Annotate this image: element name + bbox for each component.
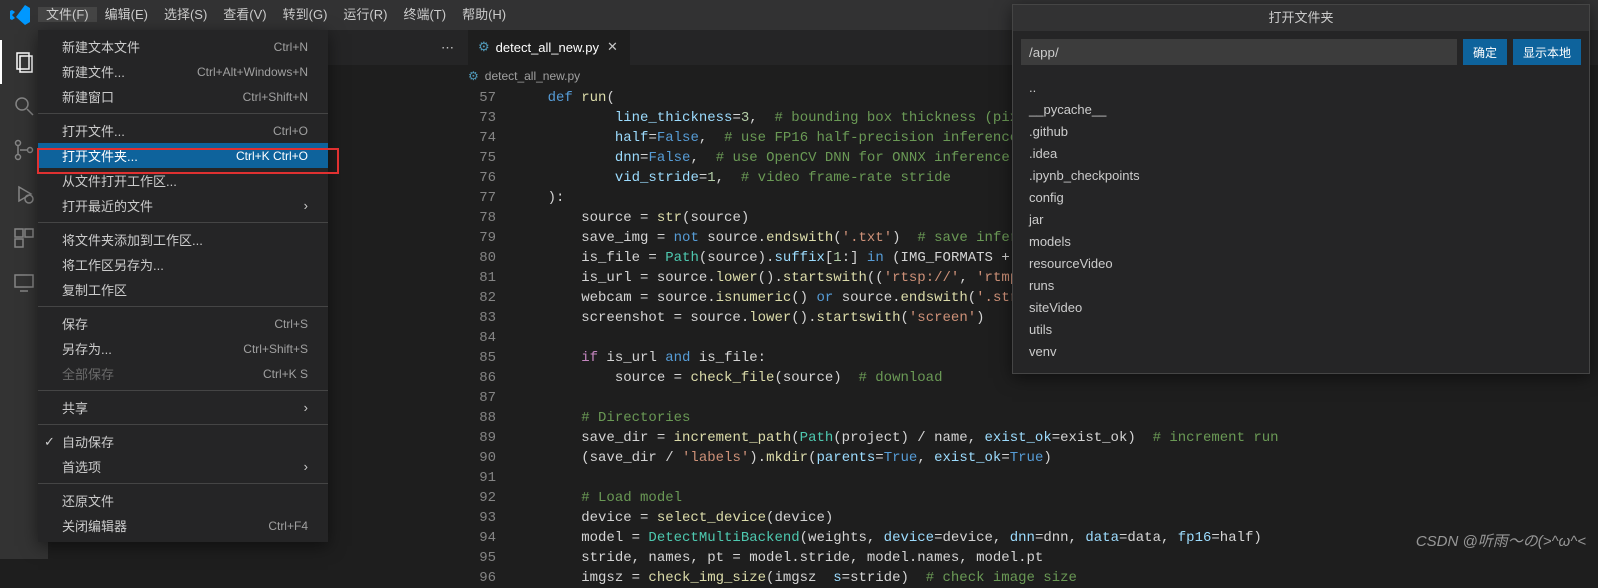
menubar-item[interactable]: 终端(T) xyxy=(395,7,454,22)
menubar-item[interactable]: 查看(V) xyxy=(215,7,274,22)
breadcrumb-filename: detect_all_new.py xyxy=(485,69,580,83)
watermark-text: CSDN @听雨～の(>^ω^< xyxy=(1416,530,1586,551)
menubar-item[interactable]: 帮助(H) xyxy=(454,7,514,22)
menu-item[interactable]: 另存为...Ctrl+Shift+S xyxy=(38,336,328,361)
menu-item[interactable]: 首选项› xyxy=(38,454,328,479)
folder-item[interactable]: jar xyxy=(1013,209,1589,231)
python-file-icon: ⚙ xyxy=(468,69,479,83)
code-line: 91 xyxy=(468,468,1598,488)
folder-item[interactable]: config xyxy=(1013,187,1589,209)
menu-item[interactable]: 保存Ctrl+S xyxy=(38,311,328,336)
code-line: 89 save_dir = increment_path(Path(projec… xyxy=(468,428,1598,448)
menu-item[interactable]: 新建窗口Ctrl+Shift+N xyxy=(38,84,328,109)
folder-item[interactable]: utils xyxy=(1013,319,1589,341)
code-line: 96 imgsz = check_img_size(imgsz s=stride… xyxy=(468,568,1598,588)
folder-item[interactable]: __pycache__ xyxy=(1013,99,1589,121)
folder-path-input[interactable] xyxy=(1021,39,1457,65)
menu-item[interactable]: 打开最近的文件› xyxy=(38,193,328,218)
code-line: 95 stride, names, pt = model.stride, mod… xyxy=(468,548,1598,568)
folder-item[interactable]: venv xyxy=(1013,341,1589,363)
menu-item[interactable]: 新建文本文件Ctrl+N xyxy=(38,34,328,59)
folder-item[interactable]: .. xyxy=(1013,77,1589,99)
folder-item[interactable]: .github xyxy=(1013,121,1589,143)
editor-tab[interactable]: ⚙ detect_all_new.py ✕ xyxy=(468,30,630,65)
menu-item[interactable]: 打开文件...Ctrl+O xyxy=(38,118,328,143)
dialog-title: 打开文件夹 xyxy=(1013,5,1589,31)
menu-item[interactable]: 共享› xyxy=(38,395,328,420)
menu-item[interactable]: 打开文件夹...Ctrl+K Ctrl+O xyxy=(38,143,328,168)
folder-item[interactable]: resourceVideo xyxy=(1013,253,1589,275)
menu-item[interactable]: 从文件打开工作区... xyxy=(38,168,328,193)
menu-item[interactable]: 新建文件...Ctrl+Alt+Windows+N xyxy=(38,59,328,84)
ok-button[interactable]: 确定 xyxy=(1463,39,1507,65)
open-folder-dialog: 打开文件夹 确定 显示本地 ..__pycache__.github.idea.… xyxy=(1012,4,1590,374)
show-local-button[interactable]: 显示本地 xyxy=(1513,39,1581,65)
menu-item[interactable]: 将文件夹添加到工作区... xyxy=(38,227,328,252)
folder-item[interactable]: models xyxy=(1013,231,1589,253)
folder-item[interactable]: runs xyxy=(1013,275,1589,297)
code-line: 92 # Load model xyxy=(468,488,1598,508)
menu-item[interactable]: 关闭编辑器Ctrl+F4 xyxy=(38,513,328,538)
code-line: 93 device = select_device(device) xyxy=(468,508,1598,528)
menubar-item[interactable]: 编辑(E) xyxy=(97,7,156,22)
menu-item[interactable]: ✓自动保存 xyxy=(38,429,328,454)
folder-item[interactable]: .idea xyxy=(1013,143,1589,165)
menu-item[interactable]: 复制工作区 xyxy=(38,277,328,302)
file-menu-dropdown: 新建文本文件Ctrl+N新建文件...Ctrl+Alt+Windows+N新建窗… xyxy=(38,30,328,542)
folder-item[interactable]: siteVideo xyxy=(1013,297,1589,319)
folder-item[interactable]: .ipynb_checkpoints xyxy=(1013,165,1589,187)
code-line: 90 (save_dir / 'labels').mkdir(parents=T… xyxy=(468,448,1598,468)
code-line: 87 xyxy=(468,388,1598,408)
menu-item[interactable]: 将工作区另存为... xyxy=(38,252,328,277)
menu-item[interactable]: 全部保存Ctrl+K S xyxy=(38,361,328,386)
folder-list: ..__pycache__.github.idea.ipynb_checkpoi… xyxy=(1013,73,1589,373)
menu-item[interactable]: 还原文件 xyxy=(38,488,328,513)
code-line: 88 # Directories xyxy=(468,408,1598,428)
close-tab-icon[interactable]: ✕ xyxy=(605,37,620,57)
menubar-item[interactable]: 运行(R) xyxy=(335,7,395,22)
vscode-logo-icon xyxy=(8,3,32,27)
python-file-icon: ⚙ xyxy=(478,39,490,55)
menubar-item[interactable]: 转到(G) xyxy=(275,7,336,22)
more-actions-icon[interactable]: ⋯ xyxy=(435,36,460,60)
menubar-item[interactable]: 选择(S) xyxy=(156,7,215,22)
breadcrumb[interactable]: ⚙ detect_all_new.py xyxy=(468,65,580,87)
tab-filename: detect_all_new.py xyxy=(496,40,599,55)
menubar-item[interactable]: 文件(F) xyxy=(38,7,97,22)
